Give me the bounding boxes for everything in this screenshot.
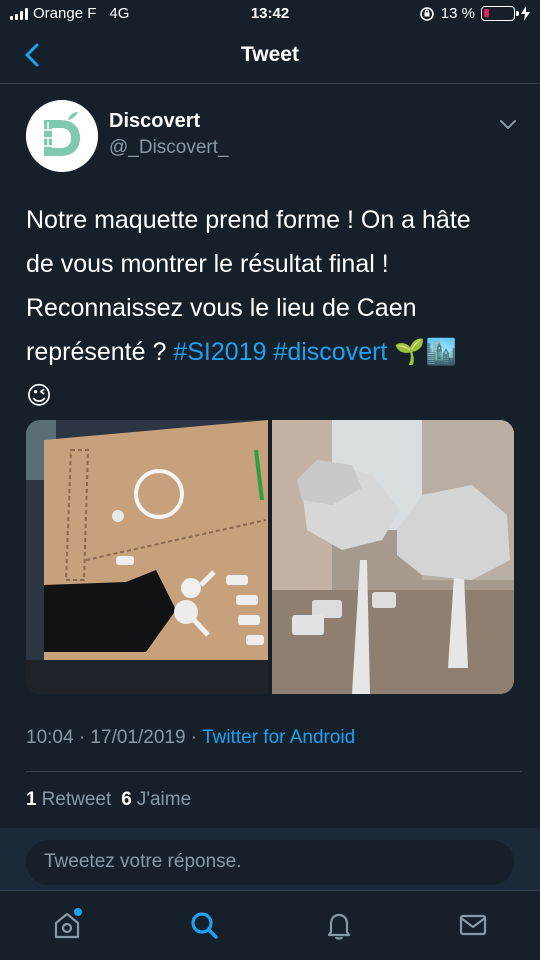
photo-model-top-view[interactable] — [26, 420, 268, 694]
home-notification-dot — [74, 908, 82, 916]
author-handle[interactable]: @_Discovert_ — [109, 137, 229, 159]
tweet-text-segment: représenté ? — [26, 338, 174, 366]
mail-icon[interactable] — [457, 909, 489, 941]
tweet-line: Notre maquette prend forme ! On a hâte — [26, 206, 471, 234]
like-label: J'aime — [136, 789, 192, 810]
rotation-lock-icon — [419, 6, 434, 21]
author-name[interactable]: Discovert — [109, 110, 200, 133]
tweet-text: Notre maquette prend forme ! On a hâte d… — [26, 198, 526, 418]
media-grid — [26, 420, 514, 694]
divider — [26, 771, 522, 772]
bell-icon[interactable] — [323, 909, 355, 941]
tweet-line: 😉 — [26, 374, 526, 418]
tweet-meta: 10:04 · 17/01/2019 · Twitter for Android — [26, 727, 355, 749]
tweet-timestamp: 10:04 · 17/01/2019 · — [26, 727, 203, 748]
cityscape-emoji: 🏙️ — [425, 338, 457, 366]
nav-header: Tweet — [0, 28, 540, 84]
seedling-emoji: 🌱 — [394, 338, 426, 366]
tweet-stats: 1 Retweet 6 J'aime — [26, 789, 191, 811]
tweet-line: de vous montrer le résultat final ! — [26, 250, 389, 278]
chevron-down-icon[interactable] — [496, 114, 520, 134]
like-count: 6 — [121, 789, 132, 810]
tweet-line: Reconnaissez vous le lieu de Caen — [26, 294, 417, 322]
battery-percent: 13 % — [440, 5, 475, 22]
retweet-label: Retweet — [41, 789, 112, 810]
avatar[interactable] — [26, 100, 98, 172]
photo-model-trees[interactable] — [272, 420, 514, 694]
page-title: Tweet — [241, 43, 299, 66]
likes-stat[interactable]: 6 J'aime — [121, 789, 191, 811]
tweet-line: représenté ? #SI2019 #discovert 🌱🏙️ — [26, 330, 526, 374]
search-icon[interactable] — [188, 909, 220, 941]
hashtag-si2019[interactable]: #SI2019 — [173, 338, 266, 366]
retweet-count: 1 — [26, 789, 37, 810]
charging-icon — [521, 6, 530, 21]
tweet-source-link[interactable]: Twitter for Android — [202, 727, 355, 748]
tab-bar — [0, 890, 540, 960]
status-right: 13 % — [419, 5, 530, 22]
wink-emoji: 😉 — [26, 382, 53, 410]
retweets-stat[interactable]: 1 Retweet — [26, 789, 111, 811]
status-bar: Orange F 4G 13:42 13 % — [0, 0, 540, 28]
battery-icon — [481, 6, 519, 21]
reply-input[interactable]: Tweetez votre réponse. — [26, 840, 514, 885]
hashtag-discovert[interactable]: #discovert — [273, 338, 387, 366]
